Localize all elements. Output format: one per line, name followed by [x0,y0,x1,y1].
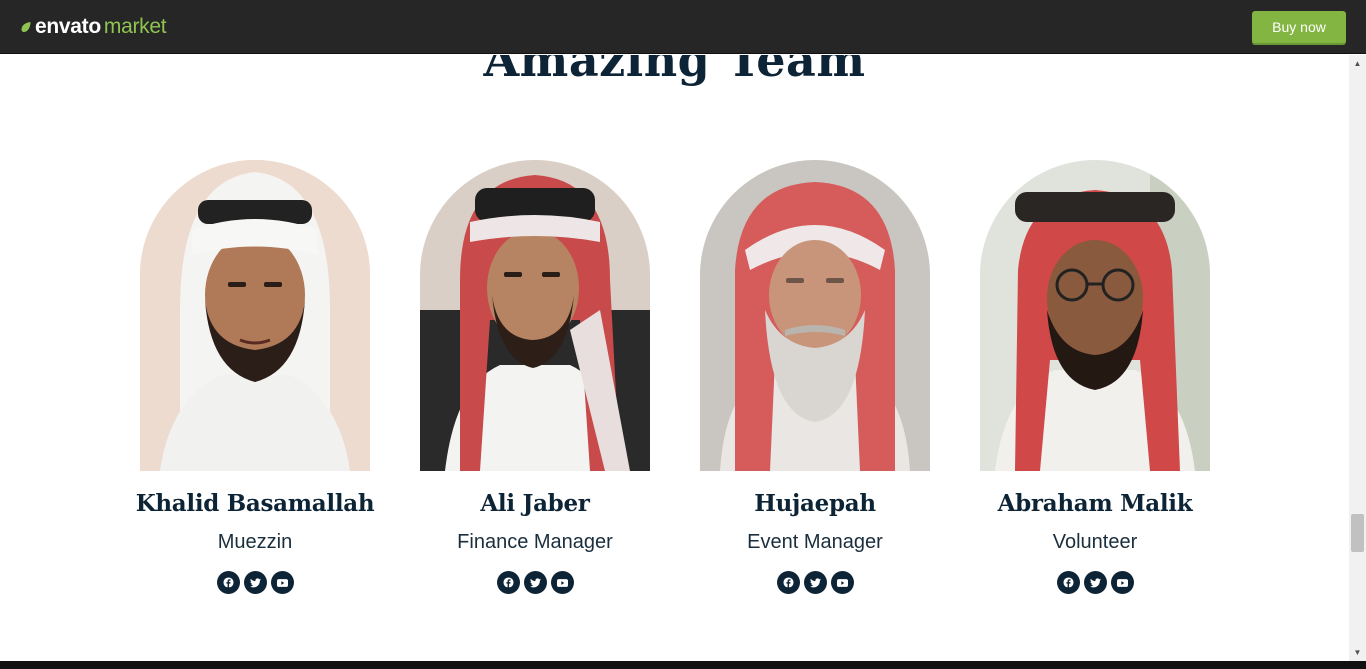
logo-envato-text: envato [35,15,101,38]
section-heading: Amazing Team [483,55,866,87]
member-name: Abraham Malik [997,490,1193,517]
scroll-down-arrow-icon[interactable]: ▼ [1349,644,1366,661]
facebook-icon[interactable] [776,571,800,594]
envato-market-logo[interactable]: envato market [20,15,167,39]
team-grid: Khalid Basamallah Muezzin Ali Jaber Fina… [136,160,1210,594]
member-photo [140,160,370,471]
team-member-card: Khalid Basamallah Muezzin [136,160,375,594]
vertical-scrollbar[interactable]: ▲ ▼ [1349,55,1366,661]
logo-market-text: market [103,15,167,38]
social-links [216,571,294,594]
twitter-icon[interactable] [803,571,827,594]
twitter-icon[interactable] [1083,571,1107,594]
member-role: Volunteer [1052,531,1138,553]
team-member-card: Ali Jaber Finance Manager [420,160,650,594]
facebook-icon[interactable] [216,571,240,594]
twitter-icon[interactable] [523,571,547,594]
facebook-icon[interactable] [1056,571,1080,594]
scroll-up-arrow-icon[interactable]: ▲ [1349,55,1366,72]
member-role: Muezzin [217,531,293,553]
member-name: Khalid Basamallah [135,490,375,517]
member-photo [420,160,650,471]
member-photo [700,160,930,471]
envato-topbar: envato market Buy now [0,0,1366,54]
social-links [496,571,574,594]
twitter-icon[interactable] [243,571,267,594]
youtube-icon[interactable] [270,571,294,594]
member-name: Ali Jaber [480,490,590,517]
team-member-card: Hujaepah Event Manager [700,160,930,594]
member-role: Finance Manager [457,531,613,553]
leaf-icon [21,22,31,32]
buy-now-button[interactable]: Buy now [1252,11,1346,43]
member-role: Event Manager [747,531,883,553]
member-name: Hujaepah [754,490,876,517]
page-content: Amazing Team Khalid Basamallah Muezzin A… [0,55,1349,661]
youtube-icon[interactable] [830,571,854,594]
member-photo [980,160,1210,471]
facebook-icon[interactable] [496,571,520,594]
youtube-icon[interactable] [1110,571,1134,594]
scrollbar-thumb[interactable] [1351,514,1364,552]
youtube-icon[interactable] [550,571,574,594]
social-links [1056,571,1134,594]
team-member-card: Abraham Malik Volunteer [980,160,1210,594]
bottom-bar [0,661,1366,669]
social-links [776,571,854,594]
